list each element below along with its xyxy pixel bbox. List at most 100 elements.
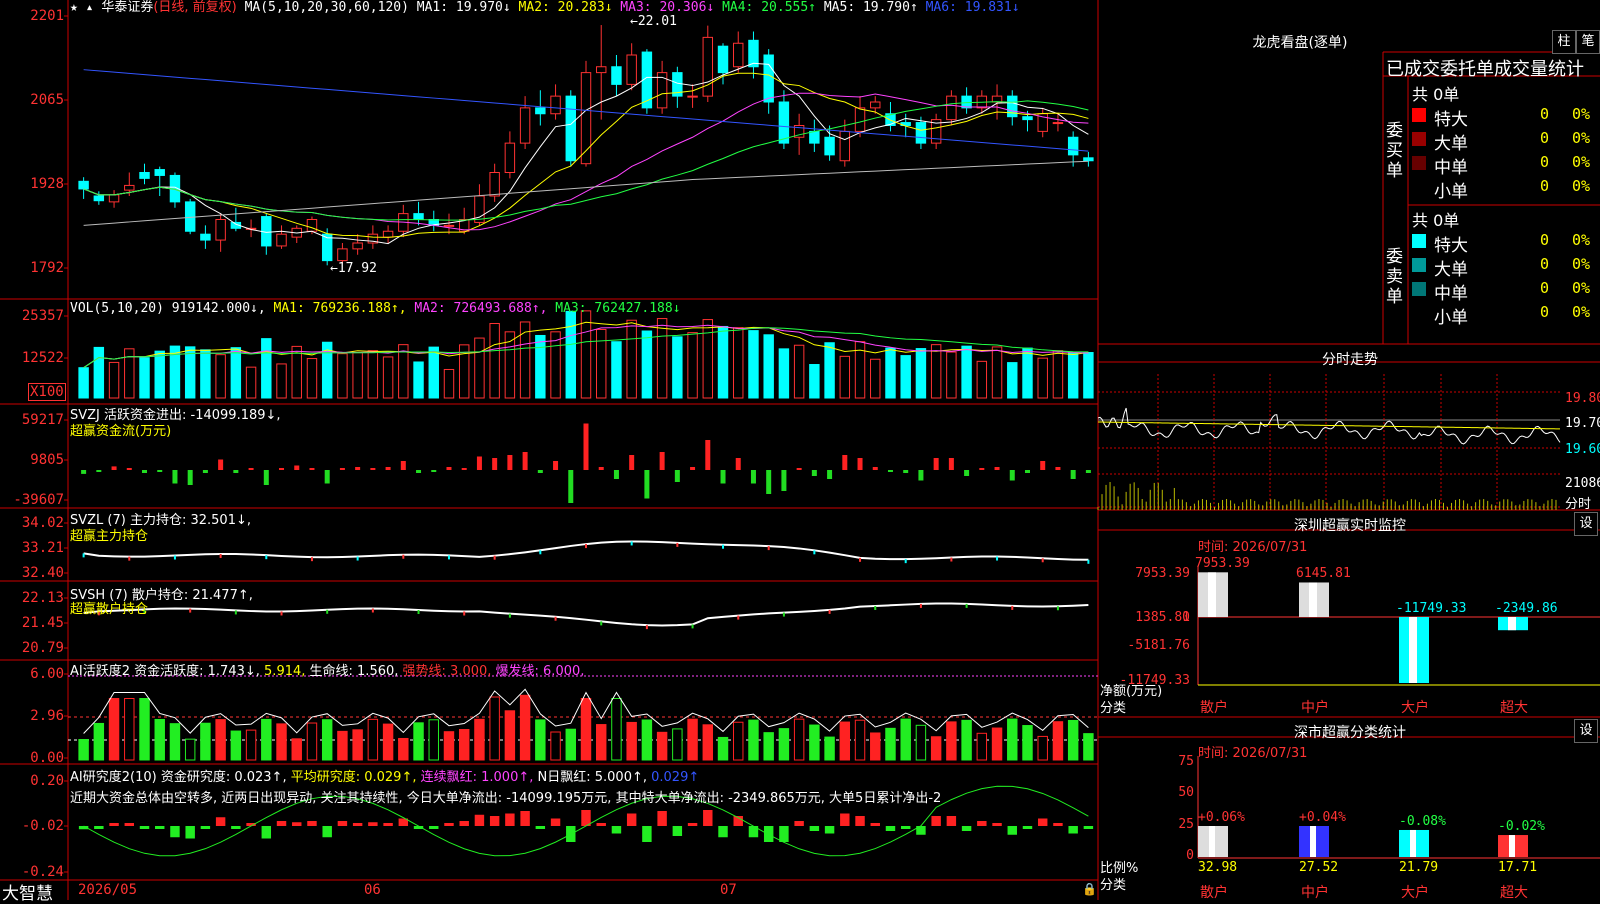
sell-swatch-3: [1412, 306, 1426, 320]
retail-holding-tick: [965, 603, 968, 608]
volume-bar: [550, 331, 561, 399]
activity-bar: [1052, 721, 1064, 761]
monitor-title: 深圳超赢实时监控: [1294, 518, 1406, 534]
candle-body: [809, 130, 820, 144]
activity-bar: [580, 698, 592, 761]
candle-body: [1022, 116, 1033, 121]
fund-flow-bar: [96, 470, 102, 472]
research-bar: [231, 826, 241, 829]
activity-bar: [839, 721, 851, 761]
research-bar: [703, 810, 713, 826]
activity-bar: [306, 722, 318, 761]
volume-bar: [352, 352, 363, 399]
buy-row-count-1: 0: [1540, 129, 1550, 147]
research-bar: [946, 816, 957, 826]
fund-flow-bar: [887, 470, 893, 472]
activity-bar: [717, 736, 729, 761]
fund-flow-bar: [994, 467, 1000, 470]
retail-holding-tick: [371, 608, 374, 613]
lhb-title: 龙虎看盘(逐单): [1252, 35, 1348, 51]
brand-label: 大智慧: [2, 884, 53, 904]
volume-bar: [519, 321, 531, 399]
volume-bar: [702, 319, 714, 399]
candle-body: [733, 42, 744, 68]
research-bar: [383, 823, 393, 826]
order-stat-header: 已成交委托单成交量统计: [1386, 59, 1584, 80]
activity-bar: [504, 710, 516, 761]
retail-holding-tick: [691, 624, 694, 629]
volume-bar: [596, 328, 607, 399]
stat-time: 时间: 2026/07/31: [1198, 746, 1308, 761]
fund-flow-bar: [690, 467, 696, 470]
activity-bar: [261, 718, 272, 761]
lock-icon[interactable]: 🔒: [1082, 882, 1097, 896]
monitor-cat-2: 大户: [1401, 700, 1429, 716]
activity-bar: [458, 729, 470, 761]
fund-flow-bar: [568, 470, 574, 503]
vol-ma-value-0: 769236.188↑,: [304, 301, 407, 316]
volume-bar: [1067, 352, 1079, 399]
vol-ma-value-2: 762427.188↓: [586, 301, 681, 316]
retail-holding-tick: [782, 612, 785, 617]
kline-y-1: 2065: [30, 92, 64, 108]
stat-bar-highlight: [1410, 829, 1416, 857]
stat-cat-0: 散户: [1200, 885, 1228, 901]
activity-bar: [108, 698, 120, 761]
activity-bar: [139, 698, 150, 761]
main-holding-tick: [173, 555, 176, 560]
ai-research-name: AI研究度2(10): [70, 770, 157, 785]
candle-body: [596, 66, 607, 74]
bar-mode-button[interactable]: 柱: [1552, 30, 1576, 54]
fenshi-title: 分时走势: [1322, 352, 1378, 368]
vol-ma-label-2: MA3:: [547, 301, 587, 316]
volume-bar: [717, 325, 729, 399]
buy-swatch-3: [1412, 180, 1426, 194]
monitor-value-3: -2349.86: [1495, 601, 1558, 616]
research-bar: [672, 826, 683, 836]
activity-bar: [702, 724, 714, 761]
svzl-sub: 超赢主力持仓: [70, 529, 149, 544]
fund-flow-bar: [918, 470, 924, 481]
candle-body: [717, 45, 729, 74]
main-holding-tick: [1087, 559, 1090, 564]
buy-row-name-3: 小单: [1434, 182, 1468, 202]
research-bar: [1083, 826, 1094, 829]
volume-bar: [413, 361, 424, 399]
research-bar: [596, 823, 606, 826]
vol-y-1: 12522: [21, 350, 64, 366]
research-bar: [505, 813, 515, 826]
tick-mode-button[interactable]: 笔: [1576, 30, 1600, 54]
activity-bar: [154, 718, 165, 761]
chart-canvas[interactable]: [0, 0, 1600, 900]
volume-bar: [245, 366, 257, 399]
monitor-bar-highlight: [1508, 617, 1516, 631]
stock-name: 华泰证券: [101, 0, 154, 15]
monitor-settings-button[interactable]: 设: [1574, 512, 1598, 536]
star-icon[interactable]: ★ ▴: [70, 0, 93, 15]
activity-bar: [398, 737, 409, 761]
volume-bar: [672, 336, 683, 399]
kline-y-0: 2201: [30, 8, 64, 24]
buy-row-name-0: 特大: [1434, 110, 1468, 130]
activity-bar: [854, 719, 866, 761]
research-bar: [809, 826, 820, 831]
fund-flow-bar: [674, 470, 680, 482]
research-bar: [474, 814, 485, 826]
ai-act-item-3: 强势线: 3.000,: [398, 664, 492, 679]
main-holding-tick: [128, 556, 131, 561]
stat-settings-button[interactable]: 设: [1574, 719, 1598, 743]
buy-row-pct-0: 0%: [1572, 105, 1591, 123]
activity-bar: [793, 718, 805, 761]
sell-row-name-0: 特大: [1434, 236, 1468, 256]
volume-bar: [154, 350, 165, 399]
activity-bar: [900, 718, 911, 761]
monitor-y-3: -5181.76: [1127, 638, 1190, 653]
buy-label: 委 买 单: [1386, 121, 1403, 181]
vol-ma-value-1: 726493.688↑,: [445, 301, 548, 316]
period-mode: (日线, 前复权): [153, 0, 237, 15]
fund-flow-bar: [857, 458, 863, 470]
buy-row-pct-2: 0%: [1572, 153, 1591, 171]
main-holding-tick: [265, 555, 268, 560]
candle-body: [337, 248, 348, 262]
fund-flow-bar: [964, 470, 970, 476]
